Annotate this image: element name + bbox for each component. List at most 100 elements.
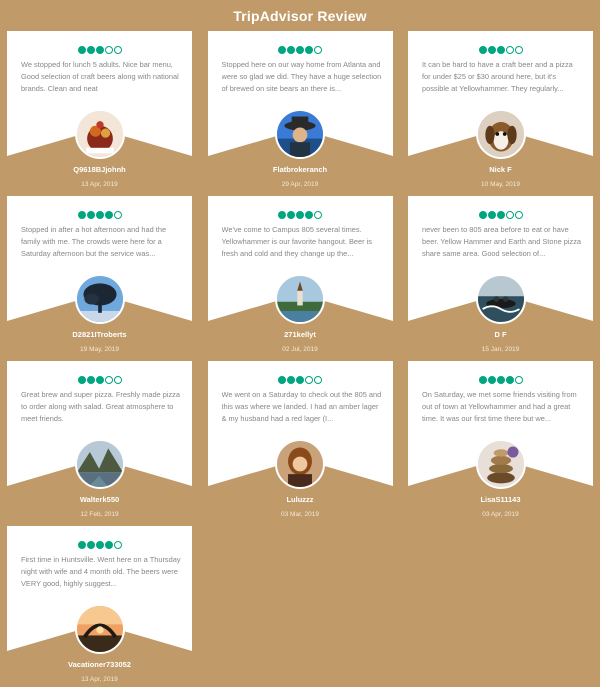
reviewer-name[interactable]: Walterk550: [7, 495, 192, 504]
review-excerpt: Great brew and super pizza. Freshly made…: [21, 390, 180, 423]
sunset-arch-photo-icon[interactable]: [74, 604, 125, 654]
reviewer-name[interactable]: LisaS11143: [408, 495, 593, 504]
review-excerpt: It can be hard to have a craft beer and …: [422, 60, 573, 93]
rating-bubble-icon: [487, 211, 496, 219]
rating-bubble-icon: [113, 541, 122, 549]
rating-bubble-icon: [95, 376, 104, 384]
rating-bubble-icon: [505, 46, 514, 54]
mountain-lake-photo-icon[interactable]: [74, 439, 125, 489]
rating-bubble-icon: [86, 541, 95, 549]
review-date: 12 Feb, 2019: [80, 511, 119, 518]
church-lake-photo-icon[interactable]: [275, 274, 325, 324]
rating-bubble-icon: [104, 211, 113, 219]
rating-bubble-icon: [287, 46, 295, 54]
review-card[interactable]: We went on a Saturday to check out the 8…: [207, 361, 393, 526]
review-card[interactable]: Stopped in after a hot afternoon and had…: [7, 196, 192, 361]
rating-bubble-icon: [514, 46, 523, 54]
rating-bubble-icon: [95, 46, 104, 54]
stacked-stones-photo-icon[interactable]: [475, 439, 526, 489]
review-excerpt: never been to 805 area before to eat or …: [422, 225, 581, 258]
rating-bubble-icon: [86, 376, 95, 384]
review-date: 03 Mar, 2019: [281, 511, 319, 518]
cowboy-photo-icon[interactable]: [275, 109, 325, 159]
rating-bubble-icon: [95, 211, 104, 219]
review-card[interactable]: We've come to Campus 805 several times. …: [207, 196, 393, 361]
rating-bubble-icon: [487, 46, 496, 54]
dessert-photo-icon[interactable]: [74, 109, 125, 159]
review-excerpt: We've come to Campus 805 several times. …: [221, 225, 373, 258]
woman-portrait-photo-icon[interactable]: [275, 439, 325, 489]
dog-photo-icon[interactable]: [475, 109, 526, 159]
review-date: 29 Apr, 2019: [281, 181, 319, 188]
review-date: 15 Jan, 2019: [481, 346, 520, 353]
rating-bubble-icon: [113, 46, 122, 54]
review-card[interactable]: Stopped here on our way home from Atlant…: [207, 31, 393, 196]
review-card[interactable]: It can be hard to have a craft beer and …: [408, 31, 593, 196]
rating-bubbles: [408, 376, 593, 384]
rating-bubble-icon: [113, 376, 122, 384]
rating-bubble-icon: [287, 211, 295, 219]
rating-bubbles: [7, 541, 192, 549]
review-date: 13 Apr, 2019: [81, 676, 118, 683]
page-title: TripAdvisor Review: [233, 8, 367, 24]
tree-sky-photo-icon[interactable]: [74, 274, 125, 324]
rating-bubble-icon: [86, 46, 95, 54]
rating-bubble-icon: [104, 541, 113, 549]
review-card[interactable]: First time in Huntsville. Went here on a…: [7, 526, 192, 687]
rating-bubble-icon: [296, 376, 304, 384]
rating-bubble-icon: [104, 376, 113, 384]
review-grid: We stopped for lunch 5 adults. Nice bar …: [7, 31, 593, 687]
rating-bubble-icon: [95, 541, 104, 549]
rating-bubble-icon: [287, 376, 295, 384]
review-excerpt: On Saturday, we met some friends visitin…: [422, 390, 577, 423]
rating-bubble-icon: [478, 376, 487, 384]
rating-bubble-icon: [113, 211, 122, 219]
reviewer-name[interactable]: Nick F: [408, 165, 593, 174]
rating-bubble-icon: [104, 46, 113, 54]
rating-bubbles: [7, 211, 192, 219]
rating-bubble-icon: [77, 541, 86, 549]
rating-bubbles: [408, 211, 593, 219]
reviewer-name[interactable]: Luluzzz: [208, 495, 393, 504]
rating-bubbles: [408, 46, 593, 54]
rating-bubble-icon: [77, 211, 86, 219]
rating-bubble-icon: [314, 46, 322, 54]
rating-bubbles: [7, 46, 192, 54]
review-card[interactable]: Great brew and super pizza. Freshly made…: [7, 361, 192, 526]
rating-bubble-icon: [487, 376, 496, 384]
rating-bubbles: [208, 376, 393, 384]
rating-bubble-icon: [478, 211, 487, 219]
review-card[interactable]: never been to 805 area before to eat or …: [408, 196, 593, 361]
rating-bubble-icon: [505, 211, 514, 219]
rating-bubble-icon: [296, 211, 304, 219]
review-excerpt: Stopped here on our way home from Atlant…: [221, 60, 382, 93]
rating-bubble-icon: [305, 211, 313, 219]
review-card[interactable]: On Saturday, we met some friends visitin…: [408, 361, 593, 526]
rating-bubble-icon: [514, 211, 523, 219]
review-date: 03 Apr, 2019: [482, 511, 519, 518]
review-excerpt: Stopped in after a hot afternoon and had…: [21, 225, 167, 258]
reviewer-name[interactable]: D F: [408, 330, 593, 339]
reviewer-name[interactable]: Vacationer733052: [7, 660, 192, 669]
reviewer-name[interactable]: Flatbrokeranch: [208, 165, 393, 174]
rating-bubble-icon: [505, 376, 514, 384]
rating-bubble-icon: [314, 211, 322, 219]
rating-bubble-icon: [514, 376, 523, 384]
rating-bubble-icon: [278, 376, 286, 384]
rating-bubble-icon: [296, 46, 304, 54]
rafting-photo-icon[interactable]: [475, 274, 526, 324]
reviewer-name[interactable]: Q9618BJjohnh: [7, 165, 192, 174]
review-card[interactable]: We stopped for lunch 5 adults. Nice bar …: [7, 31, 192, 196]
rating-bubble-icon: [278, 46, 286, 54]
rating-bubble-icon: [77, 46, 86, 54]
reviewer-name[interactable]: D2821ITroberts: [7, 330, 192, 339]
rating-bubble-icon: [86, 211, 95, 219]
review-date: 02 Jul, 2019: [282, 346, 318, 353]
review-date: 13 Apr, 2019: [81, 181, 118, 188]
rating-bubbles: [7, 376, 192, 384]
reviewer-name[interactable]: 271kellyt: [208, 330, 393, 339]
rating-bubbles: [208, 46, 393, 54]
review-excerpt: First time in Huntsville. Went here on a…: [21, 555, 181, 588]
rating-bubble-icon: [77, 376, 86, 384]
rating-bubble-icon: [496, 376, 505, 384]
